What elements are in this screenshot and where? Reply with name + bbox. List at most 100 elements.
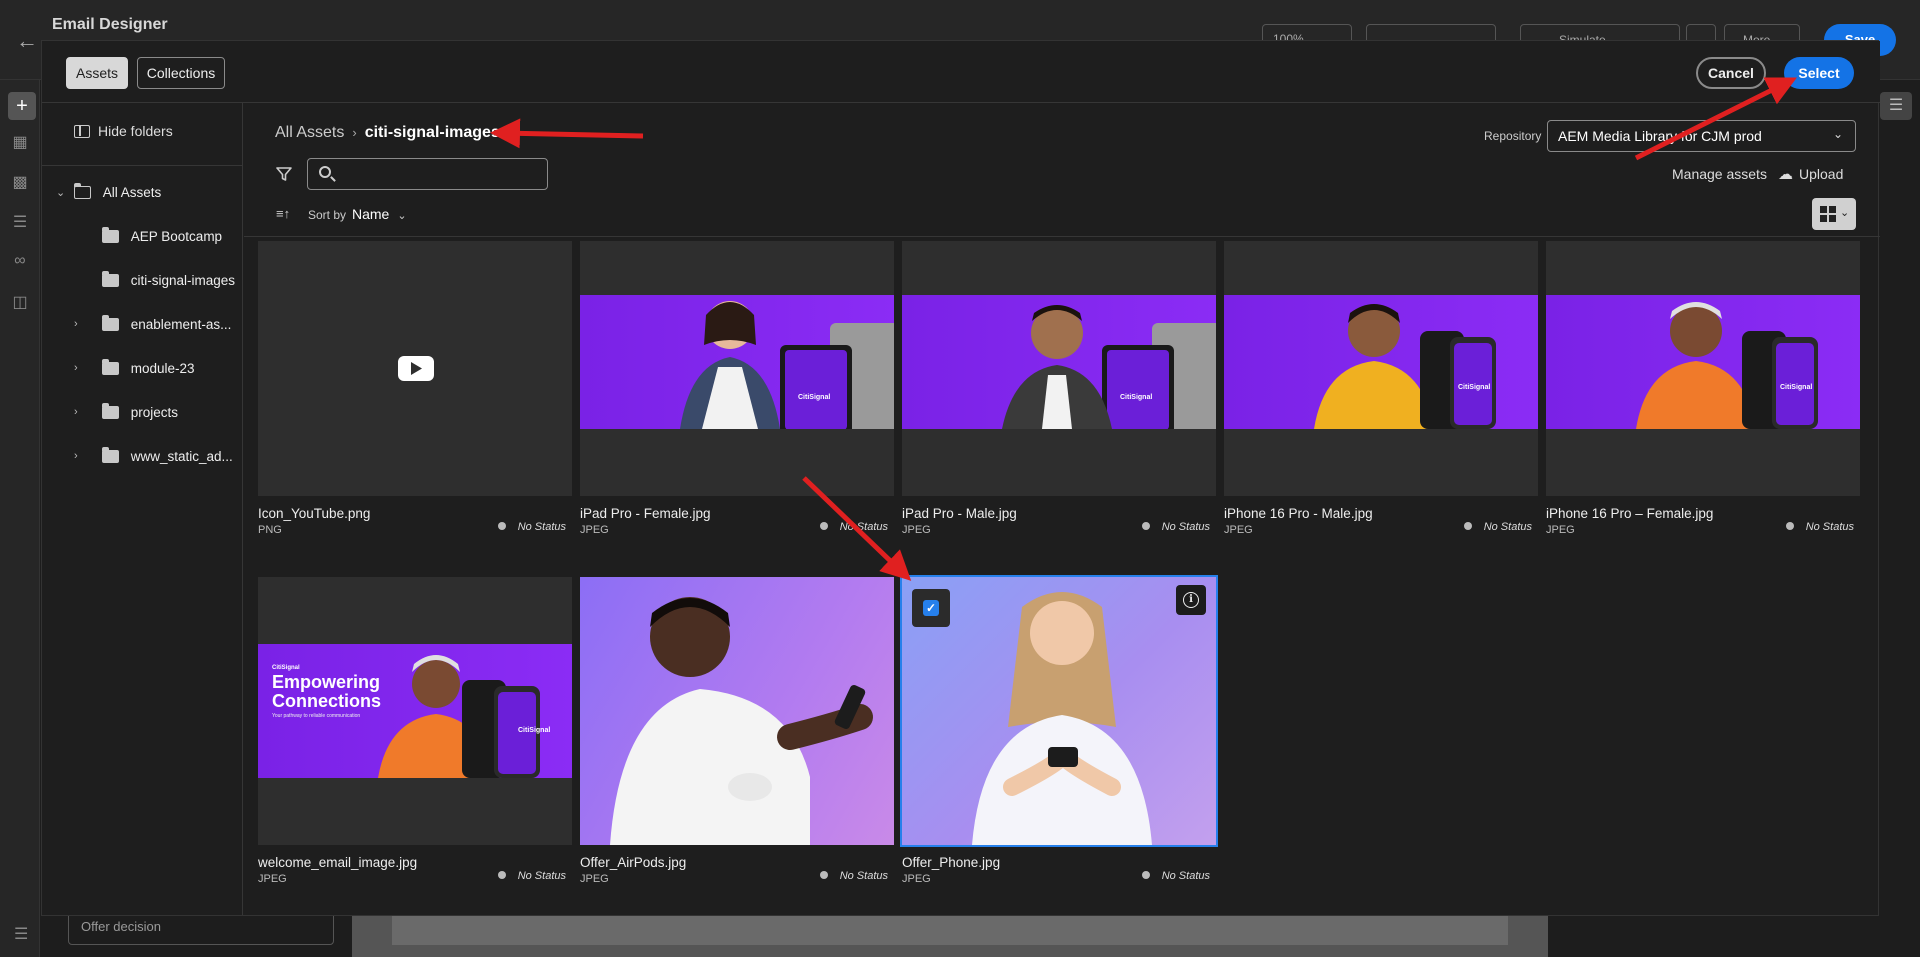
tree-item-label: module-23 <box>130 361 195 376</box>
breadcrumb: All Assets › citi-signal-images <box>275 124 500 142</box>
asset-thumbnail <box>258 241 572 496</box>
upload-label: Upload <box>1799 166 1844 182</box>
settings-sliders-icon[interactable]: ☰ <box>1880 92 1912 120</box>
add-icon[interactable]: + <box>8 92 36 120</box>
brand-logo: CitiSignal <box>272 665 300 671</box>
panel-icon <box>74 125 90 138</box>
welcome-headline-1: Empowering <box>272 672 381 692</box>
chevron-down-icon: ⌄ <box>56 187 66 199</box>
chevron-right-icon[interactable]: › <box>74 450 86 462</box>
chevron-down-icon: ⌄ <box>1840 207 1850 219</box>
gallery-icon[interactable]: ▩ <box>8 172 32 196</box>
tab-assets[interactable]: Assets <box>66 57 128 89</box>
chevron-down-icon: ⌄ <box>1832 127 1843 141</box>
breadcrumb-root[interactable]: All Assets <box>275 124 344 141</box>
asset-thumbnail: CitiSignal <box>1224 241 1538 496</box>
asset-type: JPEG <box>902 873 931 885</box>
hide-folders-label: Hide folders <box>98 123 173 139</box>
asset-type: PNG <box>258 524 282 536</box>
sort-order-icon[interactable]: ≡↑ <box>276 206 290 221</box>
app-title: Email Designer <box>52 16 168 33</box>
manage-assets-link[interactable]: Manage assets <box>1672 166 1767 182</box>
grid-icon <box>1829 215 1836 222</box>
tree-item-label: AEP Bootcamp <box>130 229 223 244</box>
folder-sidebar: Hide folders ⌄ All Assets AEP Bootcamp c… <box>42 103 243 915</box>
asset-thumbnail: CitiSignal <box>1546 241 1860 496</box>
search-input[interactable] <box>307 158 548 190</box>
grid-icon <box>1820 206 1827 213</box>
cloud-upload-icon: ☁ <box>1778 166 1793 183</box>
divider <box>244 236 1880 237</box>
asset-name: Offer_AirPods.jpg <box>580 855 687 870</box>
grid-icon <box>1820 215 1827 222</box>
chevron-right-icon[interactable]: › <box>74 362 86 374</box>
folder-icon <box>102 315 119 331</box>
asset-type: JPEG <box>902 524 931 536</box>
modal-header: Assets Collections Cancel Select <box>42 41 1880 103</box>
grid-view-toggle[interactable]: ⌄ <box>1812 198 1856 230</box>
status-badge: No Status <box>1463 521 1532 533</box>
tree-item-www-static[interactable]: › www_static_ad... <box>74 447 233 464</box>
chevron-right-icon[interactable]: › <box>74 406 86 418</box>
layers-bottom-icon[interactable]: ☰ <box>14 924 28 944</box>
cancel-button[interactable]: Cancel <box>1696 57 1766 89</box>
asset-name: Offer_Phone.jpg <box>902 855 1001 870</box>
layers-icon[interactable]: ☰ <box>8 212 32 236</box>
breadcrumb-current: citi-signal-images <box>364 124 500 141</box>
sort-by-label: Sort by <box>308 208 347 222</box>
sort-by-select[interactable]: Name ⌄ <box>352 206 407 222</box>
status-badge: No Status <box>819 521 888 533</box>
info-button[interactable]: i <box>1176 585 1206 615</box>
components-icon[interactable]: ◫ <box>8 292 32 316</box>
asset-name: iPhone 16 Pro – Female.jpg <box>1546 506 1714 521</box>
welcome-headline-2: Connections <box>272 691 382 711</box>
status-badge: No Status <box>1141 521 1210 533</box>
tree-item-all-assets[interactable]: ⌄ All Assets <box>56 182 161 200</box>
tree-item-module-23[interactable]: › module-23 <box>74 359 195 376</box>
tree-item-projects[interactable]: › projects <box>74 403 179 420</box>
tree-item-citi-signal-images[interactable]: citi-signal-images <box>102 271 235 288</box>
select-button[interactable]: Select <box>1784 57 1854 89</box>
info-icon: i <box>1183 592 1199 608</box>
folder-icon <box>102 447 119 463</box>
tree-item-aep-bootcamp[interactable]: AEP Bootcamp <box>102 227 223 244</box>
tab-collections[interactable]: Collections <box>137 57 225 89</box>
link-icon[interactable]: ∞ <box>8 252 32 276</box>
select-checkbox[interactable]: ✓ <box>912 589 950 627</box>
chevron-right-icon[interactable]: › <box>74 318 86 330</box>
asset-type: JPEG <box>1224 524 1253 536</box>
repository-value: AEM Media Library for CJM prod <box>1558 128 1762 144</box>
email-canvas-block <box>392 915 1508 945</box>
upload-button[interactable]: ☁ Upload <box>1778 165 1843 183</box>
status-badge: No Status <box>497 521 566 533</box>
divider <box>42 165 242 166</box>
search-icon <box>319 166 331 178</box>
tree-item-label: www_static_ad... <box>130 449 233 464</box>
asset-name: Icon_YouTube.png <box>258 506 371 521</box>
brand-logo: CitiSignal <box>518 727 551 734</box>
filter-icon[interactable] <box>276 166 292 182</box>
folder-icon <box>102 359 119 375</box>
asset-type: JPEG <box>580 524 609 536</box>
tree-item-label: enablement-as... <box>130 317 232 332</box>
tree-item-enablement[interactable]: › enablement-as... <box>74 315 232 332</box>
brand-logo: CitiSignal <box>1120 394 1153 401</box>
asset-type: JPEG <box>258 873 287 885</box>
status-badge: No Status <box>497 870 566 882</box>
status-badge: No Status <box>1785 521 1854 533</box>
asset-thumbnail: ✓ i <box>900 575 1218 847</box>
asset-thumbnail: CitiSignal <box>902 241 1216 496</box>
repository-select[interactable]: AEM Media Library for CJM prod ⌄ <box>1547 120 1856 152</box>
folder-icon <box>102 403 119 419</box>
back-arrow-icon[interactable]: ← <box>16 28 38 54</box>
asset-name: iPhone 16 Pro - Male.jpg <box>1224 506 1373 521</box>
repository-label: Repository <box>1484 129 1542 143</box>
chevron-down-icon: ⌄ <box>397 210 407 222</box>
hide-folders-button[interactable]: Hide folders <box>74 123 173 139</box>
sort-value: Name <box>352 206 390 222</box>
tree-item-label: projects <box>130 405 179 420</box>
layout-icon[interactable]: ▦ <box>8 132 32 156</box>
brand-logo: CitiSignal <box>798 394 831 401</box>
asset-type: JPEG <box>580 873 609 885</box>
status-badge: No Status <box>1141 870 1210 882</box>
